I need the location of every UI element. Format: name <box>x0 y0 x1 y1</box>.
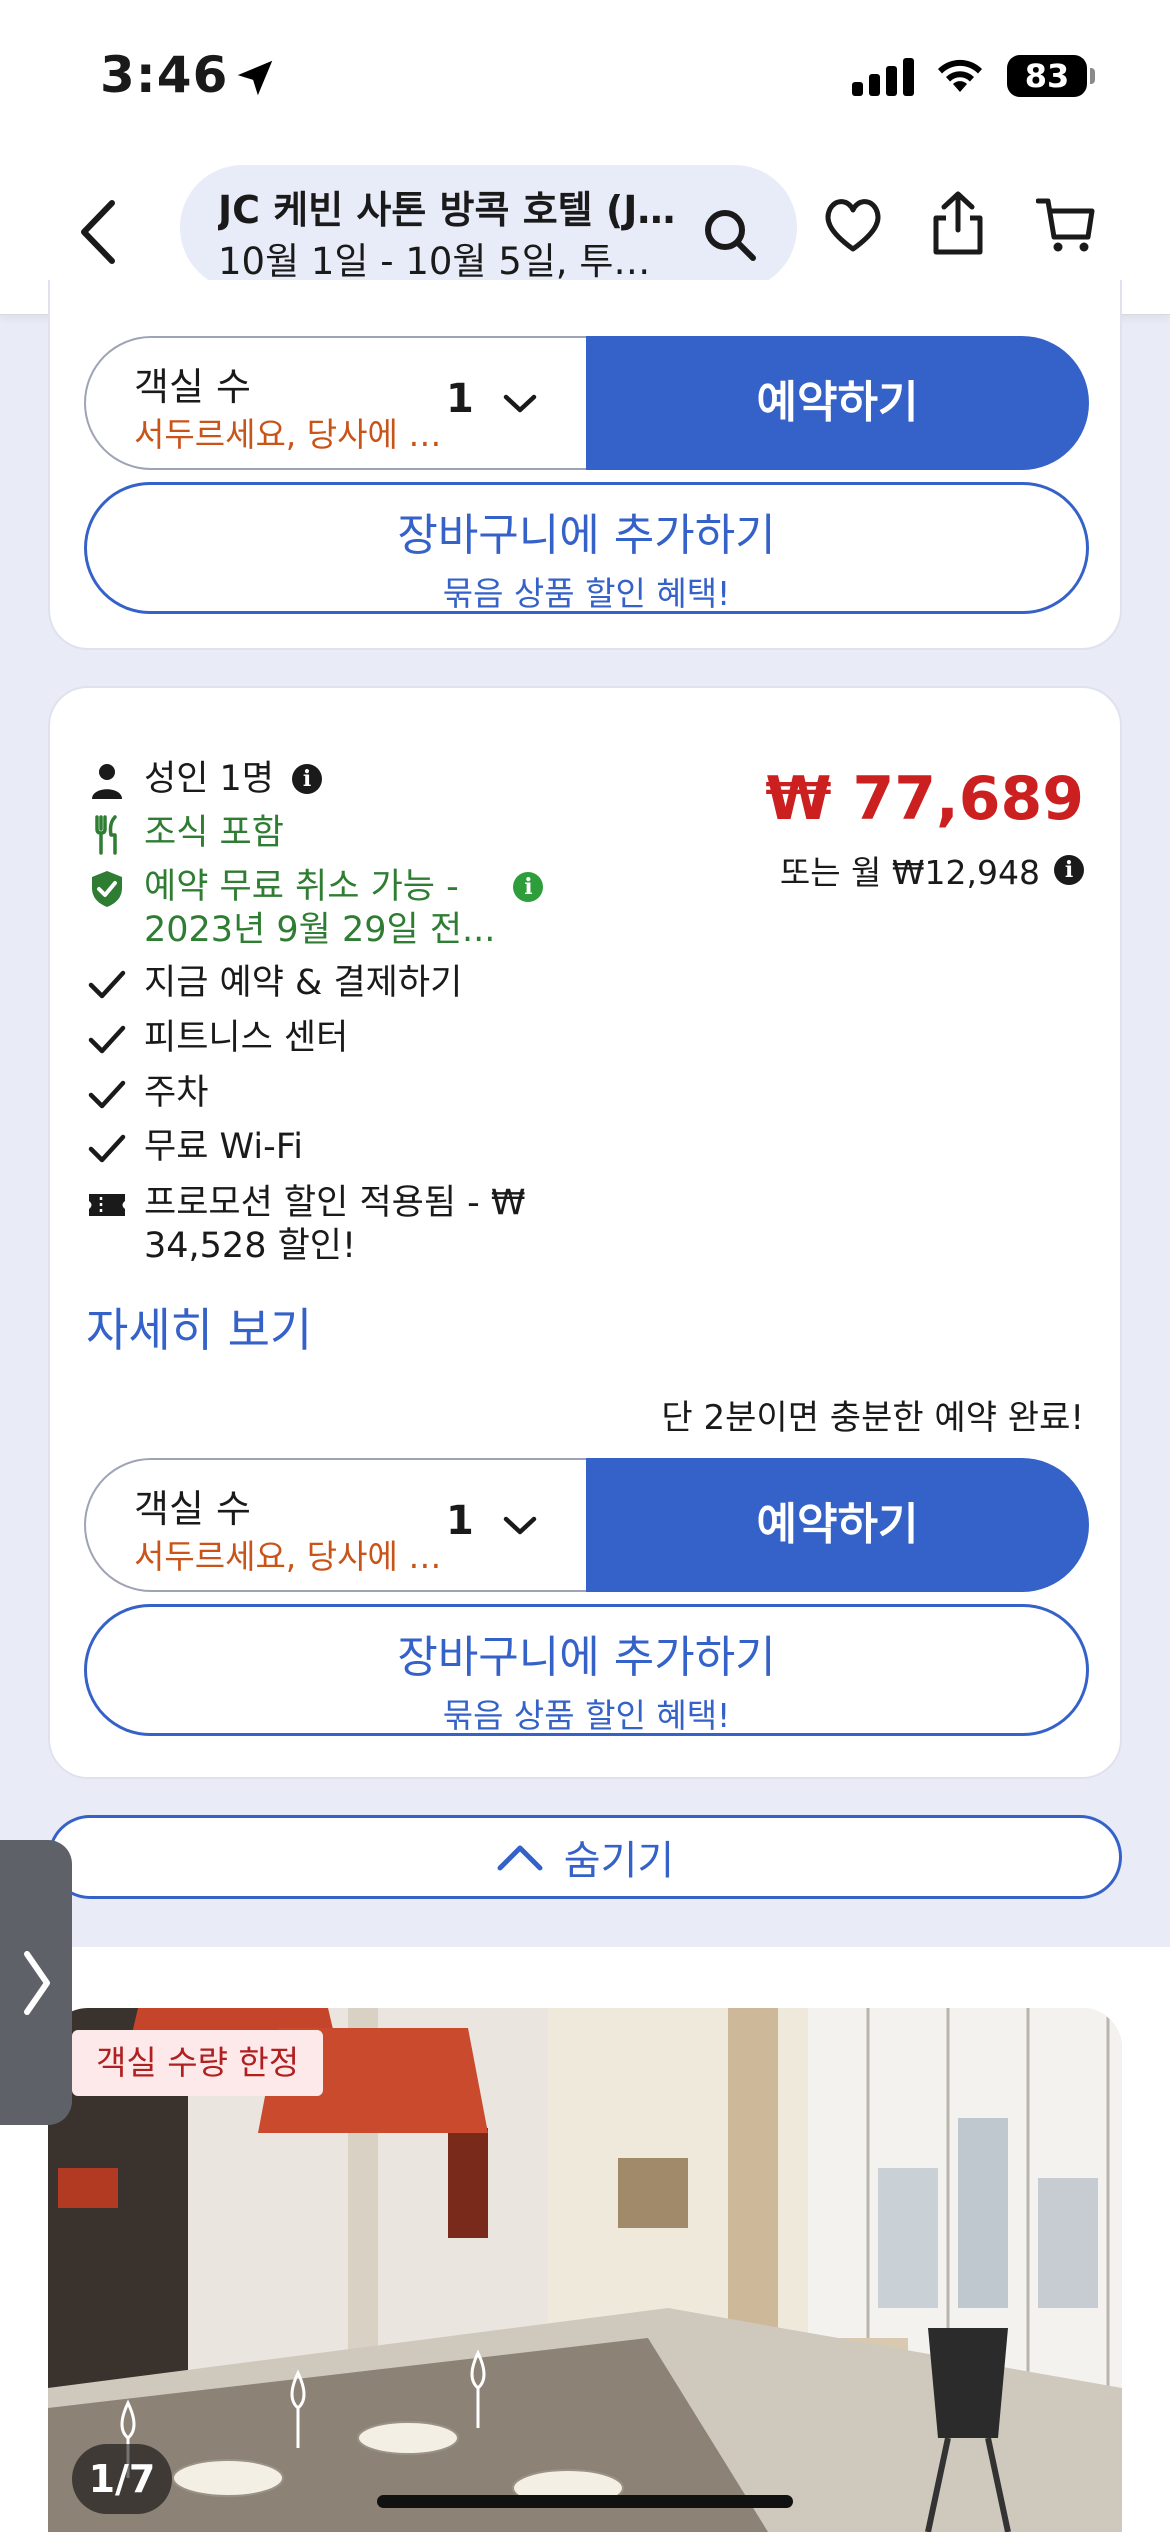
feature-wifi: 무료 Wi-Fi <box>86 1126 303 1170</box>
wifi-icon <box>938 59 982 92</box>
info-icon[interactable]: i <box>1054 855 1084 885</box>
room-count-label: 객실 수 <box>134 1487 251 1531</box>
info-icon[interactable]: i <box>292 764 322 794</box>
status-time: 3:46 <box>100 46 229 104</box>
add-to-cart-label: 장바구니에 추가하기 <box>397 1632 776 1683</box>
chevron-right-icon <box>24 1950 50 2015</box>
add-to-cart-button[interactable]: 장바구니에 추가하기 묶음 상품 할인 혜택! <box>84 482 1089 614</box>
hide-label: 숨기기 <box>563 1838 675 1884</box>
ticket-icon <box>86 1184 128 1226</box>
feature-text: 피트니스 센터 <box>144 1018 349 1058</box>
feature-text: 무료 Wi-Fi <box>144 1127 304 1167</box>
feature-text: 프로모션 할인 적용됨 - ₩ 34,528 할인! <box>144 1182 526 1268</box>
low-availability-text: 서두르세요, 당사에 남은 객실이 얼마 없습니다 <box>134 1537 444 1576</box>
share-icon[interactable] <box>930 190 986 256</box>
status-bar: 3:46 83 <box>0 0 1170 150</box>
room-count-value: 1 <box>446 376 474 422</box>
cart-icon[interactable] <box>1036 195 1096 255</box>
person-icon <box>86 760 128 802</box>
add-to-cart-button[interactable]: 장바구니에 추가하기 묶음 상품 할인 혜택! <box>84 1604 1089 1736</box>
room-count-select[interactable]: 객실 수 서두르세요, 당사에 남은 객실이 얼마 없습니다 1 <box>84 336 586 470</box>
book-button[interactable]: 예약하기 <box>586 1458 1089 1592</box>
location-arrow-icon <box>237 60 273 96</box>
check-icon <box>86 964 128 1006</box>
room-offer-card: 성인 1명 i 조식 포함 예약 무료 취소 가능 - 2023년 9월 29일… <box>48 686 1122 1779</box>
home-indicator <box>377 2495 793 2508</box>
free-cancel-line-2: 2023년 9월 29일 전... <box>144 910 496 950</box>
battery-indicator: 83 <box>1007 55 1095 97</box>
back-chevron-icon[interactable] <box>70 195 130 270</box>
chevron-down-icon <box>503 394 537 413</box>
hotel-title: JC 케빈 사톤 방콕 호텔 (JC Kevin Sathorn Bangkok… <box>218 188 688 232</box>
room-count-value: 1 <box>446 1498 474 1544</box>
feature-promotion: 프로모션 할인 적용됨 - ₩ 34,528 할인! <box>86 1182 526 1268</box>
cellular-signal-icon <box>852 56 914 96</box>
promotion-line-2: 34,528 할인! <box>144 1226 357 1266</box>
info-icon[interactable]: i <box>513 872 544 902</box>
feature-text: 조식 포함 <box>144 813 284 853</box>
chevron-up-icon <box>497 1845 543 1871</box>
feature-pay-now: 지금 예약 & 결제하기 <box>86 962 462 1006</box>
booking-row: 객실 수 서두르세요, 당사에 남은 객실이 얼마 없습니다 1 예약하기 <box>84 336 1089 470</box>
promotion-line-1: 프로모션 할인 적용됨 - ₩ <box>144 1183 526 1223</box>
feature-free-cancel: 예약 무료 취소 가능 - 2023년 9월 29일 전... i <box>86 866 544 952</box>
feature-text: 예약 무료 취소 가능 - 2023년 9월 29일 전... <box>144 866 495 952</box>
stay-dates: 10월 1일 - 10월 5일, 투숙객 2명 <box>218 240 658 283</box>
feature-fitness: 피트니스 센터 <box>86 1017 348 1061</box>
details-link[interactable]: 자세히 보기 <box>86 1294 312 1360</box>
chevron-down-icon <box>503 1516 537 1535</box>
free-cancel-line-1: 예약 무료 취소 가능 - <box>144 867 459 907</box>
feature-parking: 주차 <box>86 1072 208 1116</box>
shield-check-icon <box>86 868 128 910</box>
check-icon <box>86 1019 128 1061</box>
room-offer-card-previous: 객실 수 서두르세요, 당사에 남은 객실이 얼마 없습니다 1 예약하기 장바… <box>48 280 1122 650</box>
fast-booking-note: 단 2분이면 충분한 예약 완료! <box>661 1398 1084 1438</box>
price: ₩ 77,689 <box>765 764 1084 834</box>
feature-breakfast: 조식 포함 <box>86 812 284 856</box>
room-count-label: 객실 수 <box>134 365 251 409</box>
side-panel-tab[interactable] <box>0 1840 72 2125</box>
heart-icon[interactable] <box>822 195 884 255</box>
fork-knife-icon <box>86 814 128 856</box>
monthly-price-text: 또는 월 ₩12,948 <box>779 853 1040 892</box>
bundle-discount-text: 묶음 상품 할인 혜택! <box>442 574 731 613</box>
hide-button[interactable]: 숨기기 <box>48 1815 1122 1899</box>
bundle-discount-text: 묶음 상품 할인 혜택! <box>442 1696 731 1735</box>
feature-text: 성인 1명 <box>144 759 274 799</box>
search-summary-pill[interactable]: JC 케빈 사톤 방콕 호텔 (JC Kevin Sathorn Bangkok… <box>180 165 797 290</box>
photo-counter: 1/7 <box>72 2444 172 2514</box>
booking-row: 객실 수 서두르세요, 당사에 남은 객실이 얼마 없습니다 1 예약하기 <box>84 1458 1089 1592</box>
feature-text: 주차 <box>144 1073 209 1113</box>
limited-rooms-badge: 객실 수량 한정 <box>72 2030 324 2096</box>
book-button[interactable]: 예약하기 <box>586 336 1089 470</box>
check-icon <box>86 1074 128 1116</box>
feature-guests: 성인 1명 i <box>86 758 322 802</box>
room-count-select[interactable]: 객실 수 서두르세요, 당사에 남은 객실이 얼마 없습니다 1 <box>84 1458 586 1592</box>
low-availability-text: 서두르세요, 당사에 남은 객실이 얼마 없습니다 <box>134 415 444 454</box>
check-icon <box>86 1128 128 1170</box>
search-icon[interactable] <box>700 205 760 265</box>
add-to-cart-label: 장바구니에 추가하기 <box>397 510 776 561</box>
monthly-price: 또는 월 ₩12,948 i <box>780 846 1084 894</box>
feature-text: 지금 예약 & 결제하기 <box>144 963 463 1003</box>
